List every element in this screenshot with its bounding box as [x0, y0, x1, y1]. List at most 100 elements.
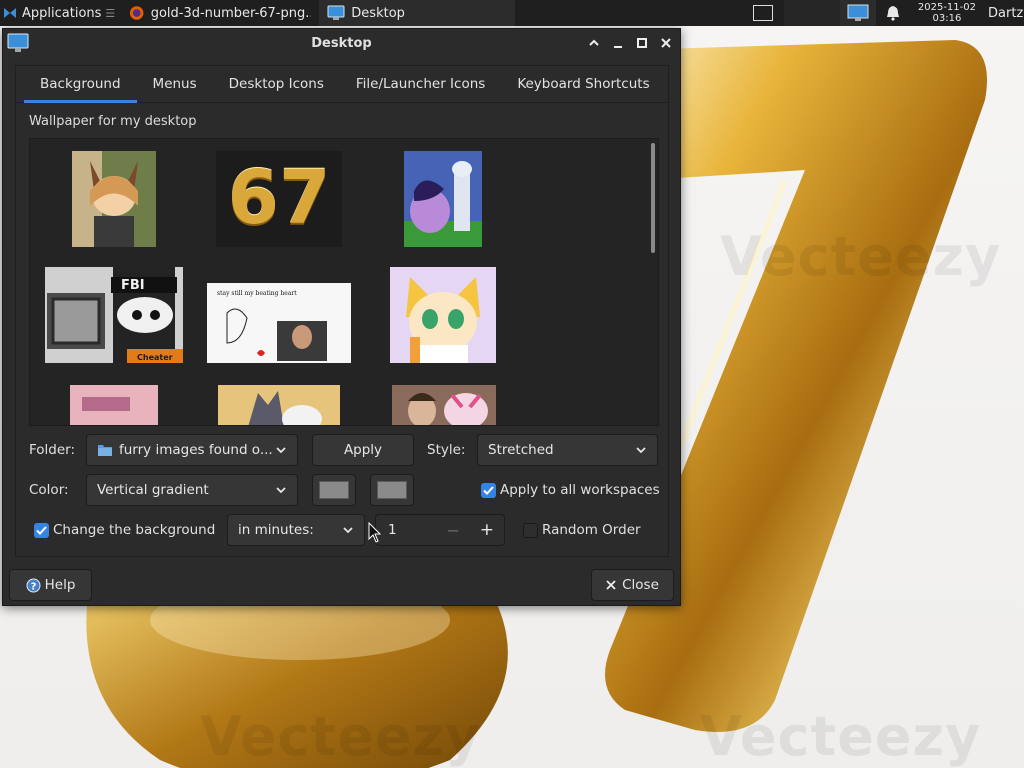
- interval-unit-select[interactable]: in minutes:: [227, 514, 365, 546]
- wallpaper-thumbnail[interactable]: [70, 385, 158, 425]
- wallpaper-thumbnail[interactable]: [72, 151, 156, 247]
- tab-bar: Background Menus Desktop Icons File/Laun…: [16, 66, 668, 103]
- tab-desktop-icons[interactable]: Desktop Icons: [213, 66, 340, 102]
- style-value: Stretched: [488, 442, 554, 458]
- wallpaper-thumbnail[interactable]: [404, 151, 482, 247]
- help-button[interactable]: ? Help: [9, 569, 92, 601]
- workspace-switcher[interactable]: [742, 5, 784, 21]
- cartoon-pony-image: [404, 151, 482, 247]
- notifications[interactable]: [876, 5, 910, 21]
- applications-menu[interactable]: Applications ☰: [0, 0, 121, 26]
- help-icon: ?: [26, 578, 41, 592]
- wallpaper-thumbnail[interactable]: [392, 385, 496, 425]
- minimize-button[interactable]: [610, 35, 626, 51]
- interval-unit-value: in minutes:: [238, 522, 314, 538]
- watermark-text: Vecteezy: [700, 705, 982, 768]
- task-firefox[interactable]: gold-3d-number-67-png...: [121, 0, 319, 26]
- minimize-icon: [614, 46, 622, 48]
- interval-spinbutton[interactable]: 1 − +: [375, 514, 505, 546]
- chevron-down-icon: [636, 447, 646, 454]
- increment-button[interactable]: +: [480, 520, 494, 540]
- pink-image-decor: [82, 397, 130, 411]
- mouse-cursor-icon: [368, 522, 382, 543]
- folder-select[interactable]: furry images found o...: [86, 434, 298, 466]
- folder-value: furry images found o...: [119, 442, 273, 458]
- fox-girl-image: [72, 151, 156, 247]
- cheater-text: Cheater: [137, 353, 173, 362]
- yellow-cat-image: [390, 267, 496, 363]
- wallpaper-gallery[interactable]: 67 FBI Cheater stay still my beating hea…: [29, 138, 659, 426]
- tab-menus[interactable]: Menus: [137, 66, 213, 102]
- close-icon: [661, 38, 671, 48]
- tab-keyboard-shortcuts[interactable]: Keyboard Shortcuts: [501, 66, 665, 102]
- chevron-up-icon: [589, 39, 599, 46]
- chevron-down-icon: [276, 447, 286, 454]
- close-button[interactable]: Close: [591, 569, 674, 601]
- watermark-text: Vecteezy: [720, 225, 1002, 288]
- close-icon: [606, 580, 616, 590]
- top-panel: Applications ☰ gold-3d-number-67-png... …: [0, 0, 1024, 26]
- apply-all-workspaces-label[interactable]: Apply to all workspaces: [500, 482, 660, 498]
- bell-icon: [886, 6, 899, 21]
- panel-spacer: [783, 0, 840, 26]
- settings-notebook: Background Menus Desktop Icons File/Laun…: [15, 65, 669, 557]
- display-settings-icon: [847, 4, 869, 21]
- wallpaper-thumbnail[interactable]: FBI Cheater: [45, 267, 183, 363]
- close-window-button[interactable]: [658, 35, 674, 51]
- workspace-box-icon: [752, 5, 773, 21]
- color-style-value: Vertical gradient: [97, 482, 209, 498]
- maximize-button[interactable]: [634, 35, 650, 51]
- change-background-checkbox[interactable]: [34, 523, 49, 538]
- wallpaper-section-label: Wallpaper for my desktop: [29, 114, 197, 129]
- decrement-button[interactable]: −: [447, 521, 460, 540]
- interval-value: 1: [388, 522, 397, 538]
- clock-date: 2025-11-02: [917, 2, 976, 13]
- window-titlebar[interactable]: Desktop: [3, 29, 680, 57]
- apply-button[interactable]: Apply: [312, 434, 414, 466]
- chevron-down-icon: [343, 527, 353, 534]
- wallpaper-thumbnail[interactable]: 67: [216, 151, 342, 247]
- checkmark-icon: [36, 526, 47, 535]
- gallery-scrollbar[interactable]: [651, 143, 655, 253]
- wallpaper-thumbnail[interactable]: [390, 267, 496, 363]
- applications-label: Applications: [22, 5, 102, 21]
- folder-icon: [98, 445, 112, 456]
- chevron-down-icon: [276, 487, 286, 494]
- heart-meme-image: stay still my beating heart: [207, 283, 351, 363]
- style-label: Style:: [427, 442, 466, 458]
- secondary-color-button[interactable]: [370, 474, 414, 506]
- wolf-couple-image: [218, 385, 340, 425]
- shade-button[interactable]: [586, 35, 602, 51]
- apply-all-workspaces-checkbox[interactable]: [481, 483, 496, 498]
- task-label: Desktop: [351, 5, 405, 21]
- gold-67-image: 67: [227, 155, 331, 241]
- tray-desktop[interactable]: [839, 0, 876, 26]
- tab-background[interactable]: Background: [24, 66, 137, 103]
- color-swatch: [377, 481, 407, 499]
- color-style-select[interactable]: Vertical gradient: [86, 474, 298, 506]
- svg-text:?: ?: [30, 581, 36, 592]
- firefox-icon: [130, 6, 144, 20]
- random-order-checkbox[interactable]: [523, 523, 538, 538]
- task-label: gold-3d-number-67-png...: [150, 5, 312, 21]
- menu-separator-icon: ☰: [105, 6, 116, 20]
- change-background-label[interactable]: Change the background: [53, 522, 215, 538]
- tab-file-launcher-icons[interactable]: File/Launcher Icons: [340, 66, 501, 102]
- meme-caption-text: stay still my beating heart: [217, 290, 297, 297]
- watermark-text: Vecteezy: [200, 705, 482, 768]
- desktop-settings-icon: [327, 5, 345, 20]
- folder-label: Folder:: [29, 442, 76, 458]
- fbi-text: FBI: [121, 278, 145, 293]
- desktop-settings-window: Desktop Background Menus Desktop Icons F…: [2, 28, 681, 606]
- wallpaper-thumbnail[interactable]: [218, 385, 340, 425]
- task-desktop[interactable]: Desktop: [319, 0, 516, 26]
- clock[interactable]: 2025-11-02 03:16: [910, 2, 984, 24]
- help-label: Help: [44, 577, 76, 593]
- wallpaper-thumbnail[interactable]: stay still my beating heart: [207, 283, 351, 363]
- primary-color-button[interactable]: [312, 474, 356, 506]
- color-swatch: [319, 481, 349, 499]
- maximize-icon: [637, 38, 647, 48]
- random-order-label[interactable]: Random Order: [542, 522, 641, 538]
- style-select[interactable]: Stretched: [477, 434, 658, 466]
- user-menu[interactable]: Dartz: [984, 6, 1024, 21]
